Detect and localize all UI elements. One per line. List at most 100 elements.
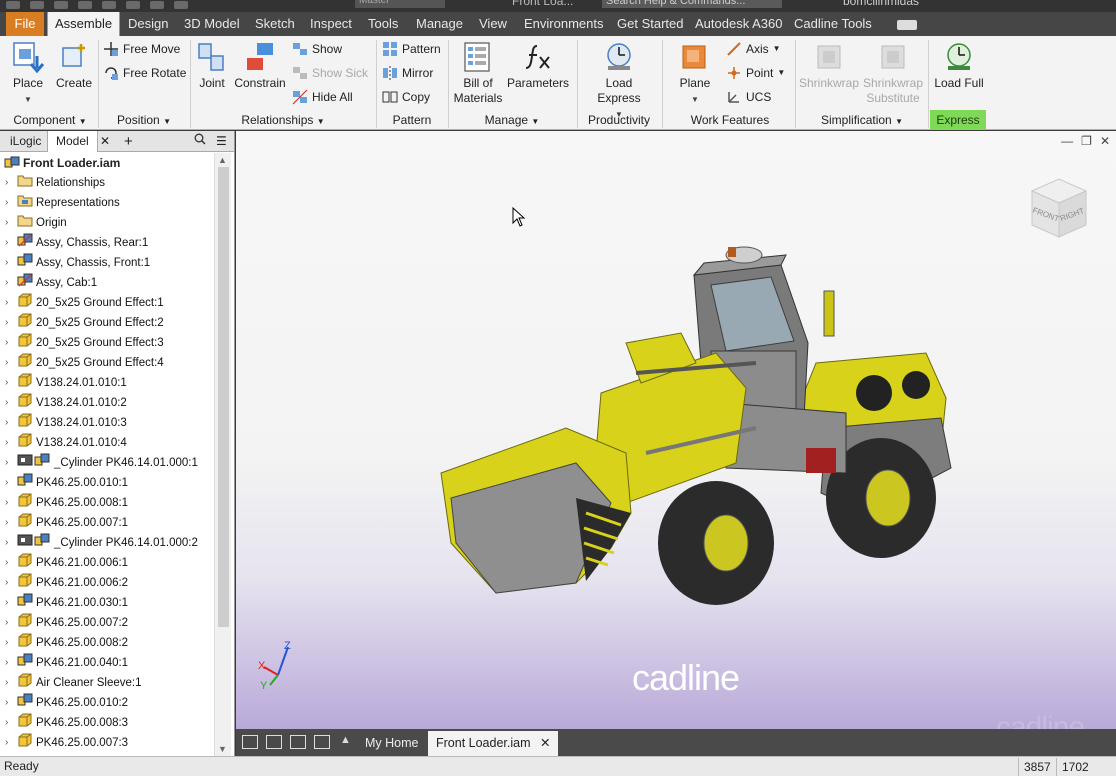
arrange-vertical-icon[interactable] — [314, 735, 330, 749]
tree-item[interactable]: › 20_5x25 Ground Effect:1 — [0, 293, 214, 313]
design-view-dropdown[interactable]: Master — [355, 0, 445, 8]
select-icon[interactable] — [150, 1, 164, 9]
tree-item[interactable]: › PK46.21.00.006:2 — [0, 573, 214, 593]
shrinkwrap-button[interactable]: Shrinkwrap — [798, 40, 860, 91]
tree-item[interactable]: › V138.24.01.010:4 — [0, 433, 214, 453]
expand-icon[interactable]: › — [5, 453, 17, 473]
tab-environments[interactable]: Environments — [517, 12, 610, 36]
scroll-down-icon[interactable]: ▼ — [218, 744, 227, 754]
save-icon[interactable] — [54, 1, 68, 9]
viewcube[interactable]: FRONT RIGHT — [1024, 173, 1094, 245]
expand-icon[interactable]: › — [5, 573, 17, 593]
user-name[interactable]: bomcilinmidas — [843, 0, 919, 8]
relationships-panel-label[interactable]: Relationships ▼ — [192, 110, 374, 130]
restore-icon[interactable]: ❐ — [1081, 134, 1092, 148]
show-button[interactable]: Show — [292, 39, 342, 59]
constrain-button[interactable]: Constrain — [232, 40, 288, 91]
tree-item[interactable]: › 20_5x25 Ground Effect:2 — [0, 313, 214, 333]
tab-ilogic[interactable]: iLogic — [2, 131, 49, 152]
tree-item[interactable]: › PK46.21.00.030:1 — [0, 593, 214, 613]
expand-icon[interactable]: › — [5, 313, 17, 333]
redo-icon[interactable] — [102, 1, 116, 9]
tab-inspect[interactable]: Inspect — [303, 12, 359, 36]
tree-item[interactable]: › PK46.25.00.008:1 — [0, 493, 214, 513]
cascade-icon[interactable] — [266, 735, 282, 749]
add-tab-icon[interactable]: + — [118, 131, 139, 152]
tree-item[interactable]: › PK46.21.00.040:1 — [0, 653, 214, 673]
search-icon[interactable] — [190, 131, 210, 152]
expand-icon[interactable]: › — [5, 533, 17, 553]
close-tab-icon[interactable]: ✕ — [94, 131, 116, 152]
tree-item[interactable]: › Origin — [0, 213, 214, 233]
tree-root[interactable]: Front Loader.iam — [0, 153, 214, 173]
bill-of-materials-button[interactable]: Bill of Materials — [452, 40, 504, 106]
tree-item[interactable]: › V138.24.01.010:2 — [0, 393, 214, 413]
open-icon[interactable] — [30, 1, 44, 9]
doc-tab-my-home[interactable]: My Home — [357, 731, 426, 756]
expand-icon[interactable]: › — [5, 693, 17, 713]
tree-item[interactable]: › Assy, Cab:1 — [0, 273, 214, 293]
scroll-up-icon[interactable]: ▲ — [218, 155, 227, 165]
mirror-button[interactable]: Mirror — [382, 63, 433, 83]
expand-icon[interactable]: › — [5, 553, 17, 573]
manage-panel-label[interactable]: Manage ▼ — [450, 110, 574, 130]
create-button[interactable]: Create — [54, 40, 94, 91]
tree-item[interactable]: › Relationships — [0, 173, 214, 193]
load-full-button[interactable]: Load Full — [932, 40, 986, 91]
place-button[interactable]: Place ▼ — [8, 40, 48, 107]
expand-icon[interactable]: › — [5, 213, 17, 233]
tab-manage[interactable]: Manage — [409, 12, 470, 36]
plane-dropdown-icon[interactable]: ▼ — [691, 95, 699, 104]
close-doc-tab-icon[interactable]: ✕ — [540, 736, 550, 750]
expand-icon[interactable]: › — [5, 193, 17, 213]
ribbon-display-toggle[interactable] — [890, 12, 924, 36]
plane-button[interactable]: Plane ▼ — [674, 40, 716, 107]
home-icon[interactable] — [126, 1, 140, 9]
help-search-input[interactable]: Search Help & Commands... — [602, 0, 782, 8]
graphics-window[interactable]: — ❐ ✕ FRONT RIGHT cadline cadline Z X Y — [236, 131, 1116, 729]
tree-item[interactable]: › _Cylinder PK46.14.01.000:2 — [0, 533, 214, 553]
tab-menu-icon[interactable]: ▲ — [340, 734, 351, 746]
tree-item[interactable]: › V138.24.01.010:3 — [0, 413, 214, 433]
expand-icon[interactable]: › — [5, 413, 17, 433]
tab-get-started[interactable]: Get Started — [610, 12, 690, 36]
minimize-icon[interactable]: — — [1061, 134, 1073, 148]
tree-item[interactable]: › PK46.25.00.007:1 — [0, 513, 214, 533]
expand-icon[interactable]: › — [5, 353, 17, 373]
expand-icon[interactable]: › — [5, 653, 17, 673]
expand-icon[interactable]: › — [5, 513, 17, 533]
tab-model[interactable]: Model — [47, 131, 98, 152]
doc-tab-front-loader[interactable]: Front Loader.iam ✕ — [428, 731, 559, 756]
free-move-button[interactable]: Free Move — [103, 39, 180, 59]
tree-item[interactable]: › Assy, Chassis, Front:1 — [0, 253, 214, 273]
tree-item[interactable]: › PK46.25.00.008:2 — [0, 633, 214, 653]
browser-scrollbar[interactable]: ▲ ▼ — [214, 153, 231, 756]
free-rotate-button[interactable]: Free Rotate — [103, 63, 186, 83]
close-icon[interactable]: ✕ — [1100, 134, 1110, 148]
expand-icon[interactable]: › — [5, 593, 17, 613]
joint-button[interactable]: Joint — [193, 40, 231, 91]
tree-item[interactable]: › PK46.21.00.006:1 — [0, 553, 214, 573]
axis-dropdown-icon[interactable]: ▼ — [773, 39, 781, 59]
expand-icon[interactable]: › — [5, 253, 17, 273]
ucs-button[interactable]: UCS — [726, 87, 771, 107]
tree-item[interactable]: › PK46.25.00.008:3 — [0, 713, 214, 733]
show-sick-button[interactable]: Show Sick — [292, 63, 368, 83]
tab-tools[interactable]: Tools — [361, 12, 405, 36]
point-button[interactable]: Point ▼ — [726, 63, 785, 83]
expand-icon[interactable]: › — [5, 733, 17, 753]
material-icon[interactable] — [174, 1, 188, 9]
tab-3d-model[interactable]: 3D Model — [177, 12, 247, 36]
component-panel-label[interactable]: Component ▼ — [4, 110, 96, 130]
tab-cadline-tools[interactable]: Cadline Tools — [787, 12, 879, 36]
place-dropdown-icon[interactable]: ▼ — [24, 95, 32, 104]
expand-icon[interactable]: › — [5, 673, 17, 693]
menu-icon[interactable]: ☰ — [212, 131, 231, 152]
tree-item[interactable]: › PK46.25.00.007:3 — [0, 733, 214, 753]
tree-item[interactable]: › Assy, Chassis, Rear:1 — [0, 233, 214, 253]
expand-icon[interactable]: › — [5, 293, 17, 313]
expand-icon[interactable]: › — [5, 613, 17, 633]
tree-item[interactable]: › Air Cleaner Sleeve:1 — [0, 673, 214, 693]
tab-design[interactable]: Design — [121, 12, 175, 36]
point-dropdown-icon[interactable]: ▼ — [777, 63, 785, 83]
